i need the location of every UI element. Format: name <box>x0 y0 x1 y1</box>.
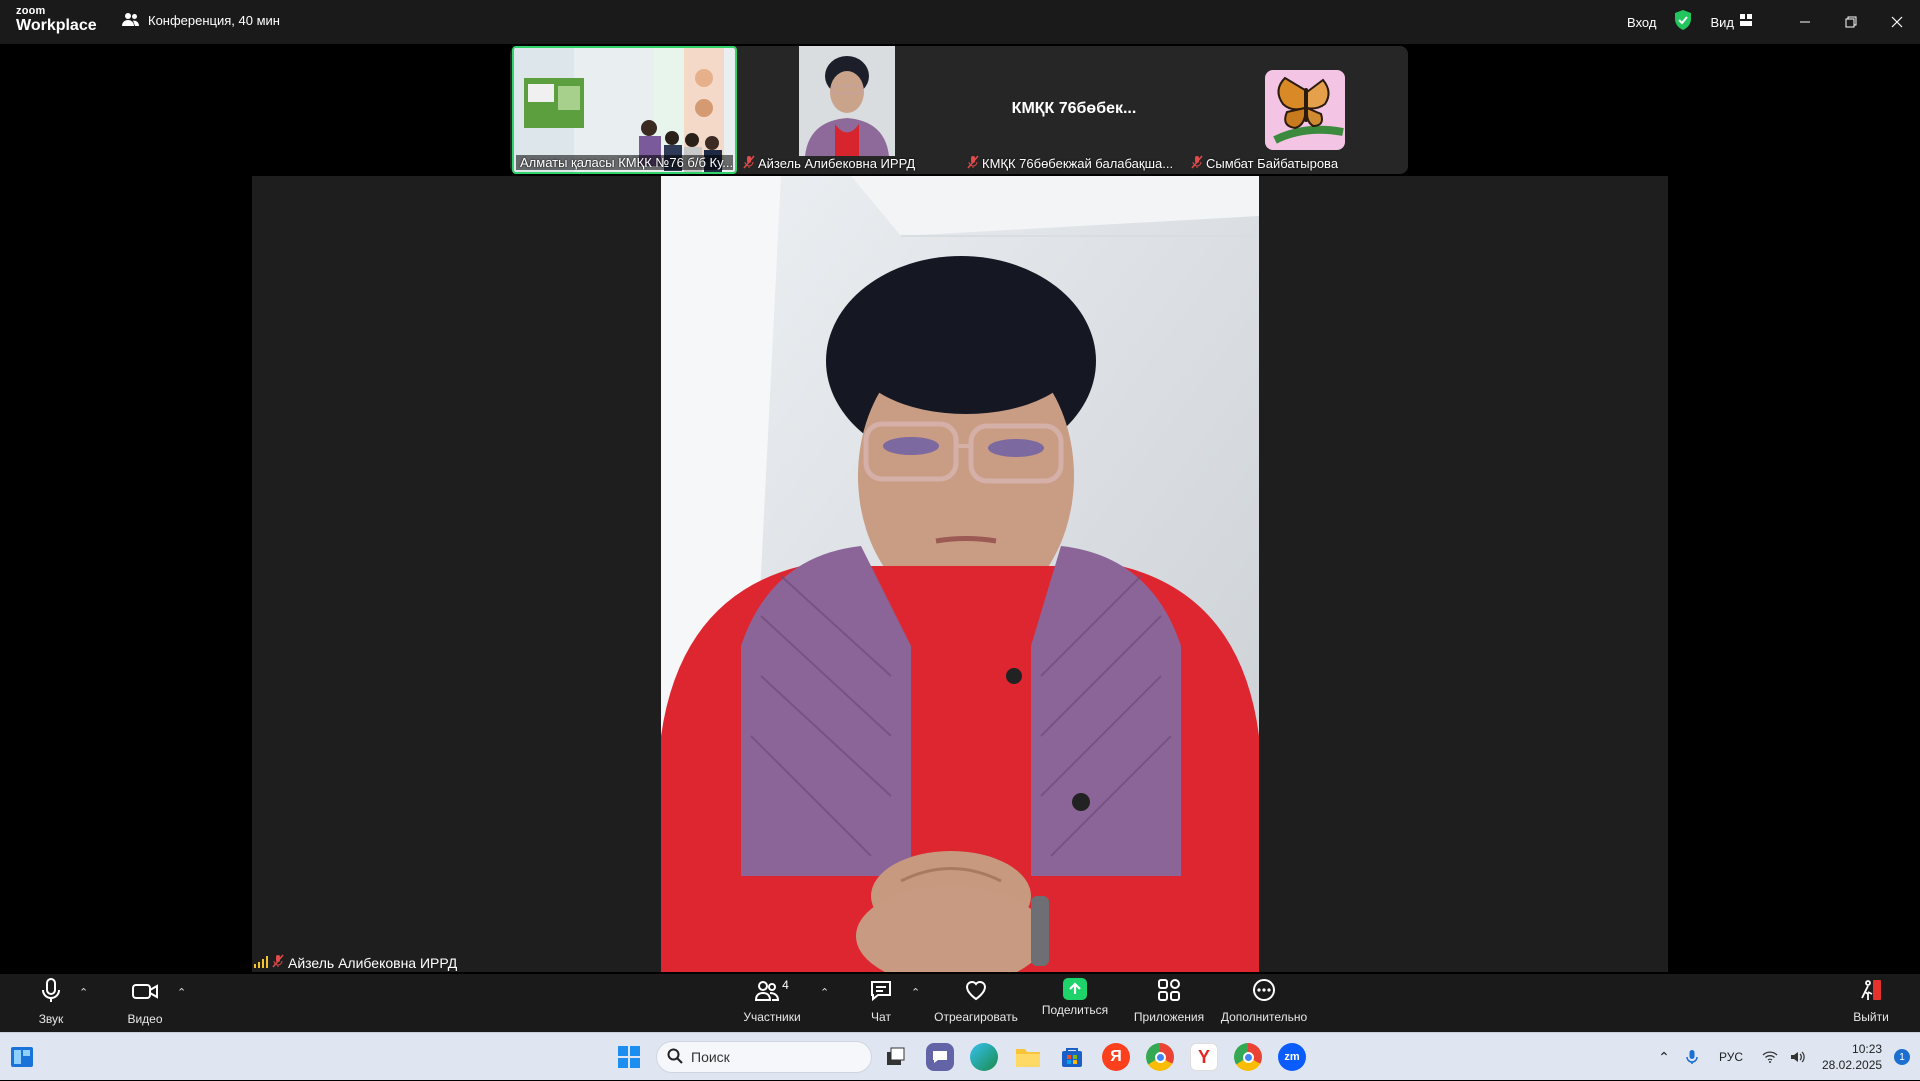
participants-options-chevron-icon[interactable]: ⌃ <box>820 986 829 999</box>
windows-taskbar: Поиск Я Y zm ⌃ РУС 10:23 28.02.2025 1 <box>0 1032 1920 1080</box>
leave-door-icon <box>1859 978 1883 1007</box>
main-speaker-name: Айзель Алибековна ИРРД <box>288 954 458 971</box>
logo-line2: Workplace <box>16 17 97 34</box>
title-bar: zoom Workplace Конференция, 40 мин Вход … <box>0 0 1920 44</box>
meeting-info-icon <box>122 11 140 30</box>
minimize-button[interactable] <box>1782 0 1828 44</box>
heart-icon <box>964 978 988 1007</box>
chrome-icon-1[interactable] <box>1146 1043 1174 1071</box>
participants-button[interactable]: 4 Участники <box>727 978 817 1024</box>
camera-icon <box>131 978 159 1009</box>
system-tray: ⌃ РУС 10:23 28.02.2025 1 <box>1650 1033 1911 1081</box>
gallery-tile-classroom[interactable]: Алматы қаласы КМҚК №76 б/б Ку... <box>512 46 737 174</box>
muted-mic-icon <box>1191 155 1203 172</box>
chat-label: Чат <box>871 1010 891 1024</box>
muted-mic-icon <box>743 155 755 172</box>
notification-badge[interactable]: 1 <box>1894 1049 1911 1065</box>
participants-count: 4 <box>782 978 789 992</box>
taskbar-search[interactable]: Поиск <box>656 1041 872 1073</box>
view-grid-icon[interactable] <box>1740 13 1752 31</box>
widgets-icon[interactable] <box>10 1045 34 1074</box>
main-speaker-label: Айзель Алибековна ИРРД <box>254 954 457 971</box>
gallery-tile-kmkk[interactable]: КМҚК 76бөбек... КМҚК 76бөбекжай балабақш… <box>963 46 1185 174</box>
clock-date: 28.02.2025 <box>1822 1058 1883 1072</box>
tray-overflow-chevron-icon[interactable]: ⌃ <box>1650 1049 1678 1066</box>
apps-button[interactable]: Приложения <box>1124 978 1214 1024</box>
yandex-browser-icon[interactable]: Y <box>1190 1043 1218 1071</box>
chat-options-chevron-icon[interactable]: ⌃ <box>911 986 920 999</box>
signin-link[interactable]: Вход <box>1627 15 1656 30</box>
muted-mic-icon <box>967 155 979 172</box>
zoom-logo: zoom Workplace <box>16 6 97 34</box>
react-label: Отреагировать <box>934 1010 1018 1024</box>
apps-label: Приложения <box>1133 1010 1205 1024</box>
apps-icon <box>1157 978 1181 1007</box>
muted-mic-icon <box>272 954 284 971</box>
yandex-icon[interactable]: Я <box>1102 1043 1130 1071</box>
main-stage <box>252 176 1668 972</box>
search-placeholder: Поиск <box>691 1049 730 1065</box>
audio-options-chevron-icon[interactable]: ⌃ <box>79 986 88 999</box>
gallery-name-classroom: Алматы қаласы КМҚК №76 б/б Ку... <box>520 155 733 170</box>
close-button[interactable] <box>1874 0 1920 44</box>
share-screen-icon <box>1063 978 1087 1000</box>
share-label: Поделиться <box>1041 1003 1109 1017</box>
tray-microphone-icon[interactable] <box>1678 1049 1706 1065</box>
more-label: Дополнительно <box>1220 1010 1308 1024</box>
wifi-icon[interactable] <box>1756 1051 1784 1063</box>
gallery-bigname-kmkk: КМҚК 76бөбек... <box>1011 100 1137 117</box>
meeting-toolbar: Звук ⌃ Видео ⌃ 4 Участники ⌃ Чат ⌃ Отреа… <box>0 974 1920 1032</box>
clock[interactable]: 10:23 28.02.2025 <box>1822 1041 1882 1073</box>
search-icon <box>667 1048 683 1067</box>
gallery-tile-symbat[interactable]: Сымбат Байбатырова <box>1187 46 1406 174</box>
gallery-name-kmkk: КМҚК 76бөбекжай балабақша... <box>982 156 1174 171</box>
task-view-icon[interactable] <box>881 1043 909 1071</box>
video-options-chevron-icon[interactable]: ⌃ <box>177 986 186 999</box>
signal-strength-icon <box>254 955 268 971</box>
input-language[interactable]: РУС <box>1706 1050 1756 1064</box>
meeting-title: Конференция, 40 мин <box>148 13 280 28</box>
windows-start-icon[interactable] <box>615 1043 643 1071</box>
leave-label: Выйти <box>1853 1010 1889 1024</box>
react-button[interactable]: Отреагировать <box>931 978 1021 1024</box>
zoom-app-icon[interactable]: zm <box>1278 1043 1306 1071</box>
edge-browser-icon[interactable] <box>970 1043 998 1071</box>
butterfly-avatar <box>1265 70 1345 150</box>
leave-button[interactable]: Выйти <box>1826 978 1916 1024</box>
audio-label: Звук <box>38 1012 64 1026</box>
gallery-strip: Алматы қаласы КМҚК №76 б/б Ку... Айзель … <box>510 46 1408 174</box>
participants-label: Участники <box>743 1010 801 1024</box>
file-explorer-icon[interactable] <box>1014 1043 1042 1071</box>
clock-time: 10:23 <box>1852 1041 1883 1056</box>
gallery-name-symbat: Сымбат Байбатырова <box>1206 156 1339 171</box>
more-dots-icon <box>1252 978 1276 1007</box>
video-label: Видео <box>127 1012 163 1026</box>
logo-line1: zoom <box>16 5 46 17</box>
share-button[interactable]: Поделиться <box>1030 978 1120 1017</box>
encryption-shield-icon[interactable] <box>1674 9 1692 35</box>
volume-icon[interactable] <box>1784 1050 1812 1064</box>
participants-icon <box>755 978 780 1007</box>
chat-button[interactable]: Чат <box>836 978 926 1024</box>
main-speaker-video <box>661 176 1259 972</box>
restore-button[interactable] <box>1828 0 1874 44</box>
ms-store-icon[interactable] <box>1058 1043 1086 1071</box>
microphone-icon <box>40 978 62 1009</box>
view-menu[interactable]: Вид <box>1710 15 1734 30</box>
gallery-name-aizel: Айзель Алибековна ИРРД <box>758 156 916 171</box>
gallery-tile-aizel[interactable]: Айзель Алибековна ИРРД <box>739 46 961 174</box>
teams-chat-icon[interactable] <box>926 1043 954 1071</box>
meeting-info[interactable]: Конференция, 40 мин <box>122 11 280 30</box>
chrome-icon-2[interactable] <box>1234 1043 1262 1071</box>
more-button[interactable]: Дополнительно <box>1219 978 1309 1024</box>
chat-icon <box>869 978 893 1007</box>
